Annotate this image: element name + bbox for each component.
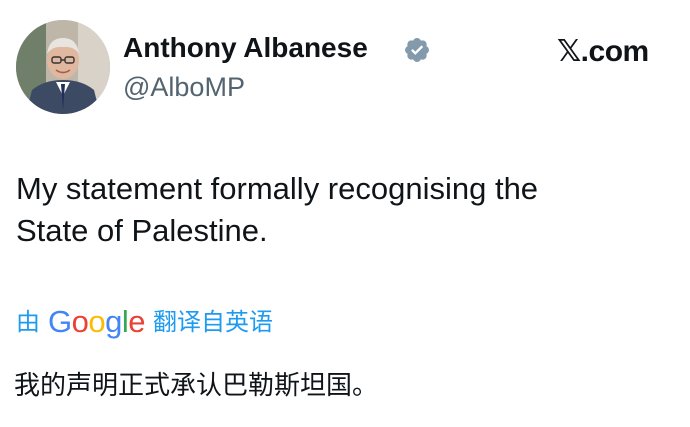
tweet-text: My statement formally recognising the St… xyxy=(16,168,676,252)
author-handle[interactable]: @AlboMP xyxy=(123,70,245,104)
brand-label: 𝕏.com xyxy=(557,35,649,68)
translated-tweet-text: 我的声明正式承认巴勒斯坦国。 xyxy=(14,371,379,401)
translated-by-google-link[interactable]: 由 Google 翻译自英语 xyxy=(16,302,273,342)
avatar[interactable] xyxy=(16,20,110,114)
translation-prefix: 由 xyxy=(16,308,40,336)
verified-badge-icon xyxy=(403,36,431,64)
tweet-text-line: My statement formally recognising the xyxy=(16,171,539,206)
translation-suffix: 翻译自英语 xyxy=(153,308,274,336)
author-display-name[interactable]: Anthony Albanese xyxy=(123,30,368,66)
google-logo: Google xyxy=(48,304,146,339)
tweet-text-line: State of Palestine. xyxy=(16,213,268,248)
